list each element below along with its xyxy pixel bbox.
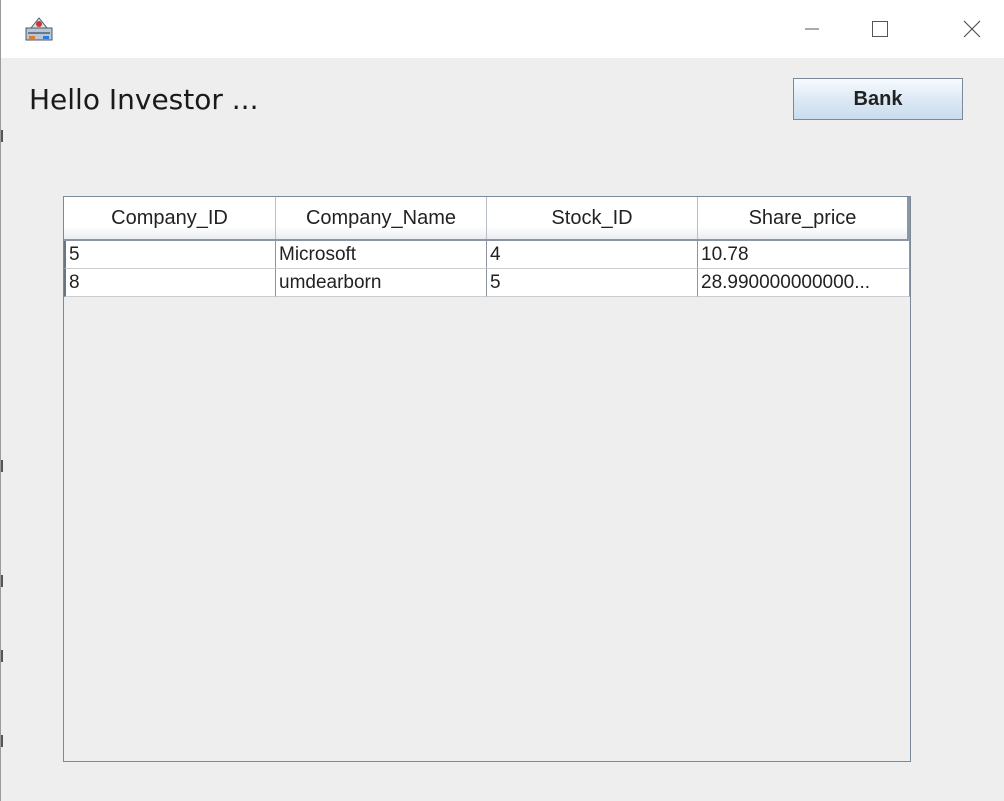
column-header-stock-id[interactable]: Stock_ID	[487, 197, 698, 239]
close-icon	[963, 20, 981, 38]
column-header-company-id[interactable]: Company_ID	[64, 197, 276, 239]
table-cell-company-name[interactable]: umdearborn	[276, 269, 487, 297]
table-body: 5 Microsoft 4 10.78 8 umdearborn 5 28.99…	[64, 241, 910, 297]
minimize-icon	[805, 28, 819, 30]
column-header-share-price[interactable]: Share_price	[698, 197, 910, 239]
title-bar[interactable]	[1, 0, 1004, 58]
table-row[interactable]: 5 Microsoft 4 10.78	[64, 241, 910, 269]
table-cell-share-price[interactable]: 28.990000000000...	[698, 269, 910, 297]
minimize-button[interactable]	[789, 0, 835, 58]
table-cell-company-id[interactable]: 5	[64, 241, 276, 269]
java-app-icon	[25, 14, 53, 42]
column-header-company-name[interactable]: Company_Name	[276, 197, 487, 239]
app-window: Hello Investor ... Bank Company_ID Compa…	[0, 0, 1004, 801]
table-row[interactable]: 8 umdearborn 5 28.990000000000...	[64, 269, 910, 297]
maximize-button[interactable]	[857, 0, 903, 58]
table-cell-share-price[interactable]: 10.78	[698, 241, 910, 269]
table-header: Company_ID Company_Name Stock_ID Share_p…	[64, 197, 910, 241]
window-edge-marks	[1, 0, 5, 801]
table-cell-stock-id[interactable]: 5	[487, 269, 698, 297]
close-button[interactable]	[949, 0, 995, 58]
stocks-table[interactable]: Company_ID Company_Name Stock_ID Share_p…	[63, 196, 911, 762]
table-cell-stock-id[interactable]: 4	[487, 241, 698, 269]
greeting-label: Hello Investor ...	[29, 83, 259, 116]
bank-button[interactable]: Bank	[793, 78, 963, 120]
table-cell-company-name[interactable]: Microsoft	[276, 241, 487, 269]
table-cell-company-id[interactable]: 8	[64, 269, 276, 297]
maximize-icon	[872, 21, 888, 37]
